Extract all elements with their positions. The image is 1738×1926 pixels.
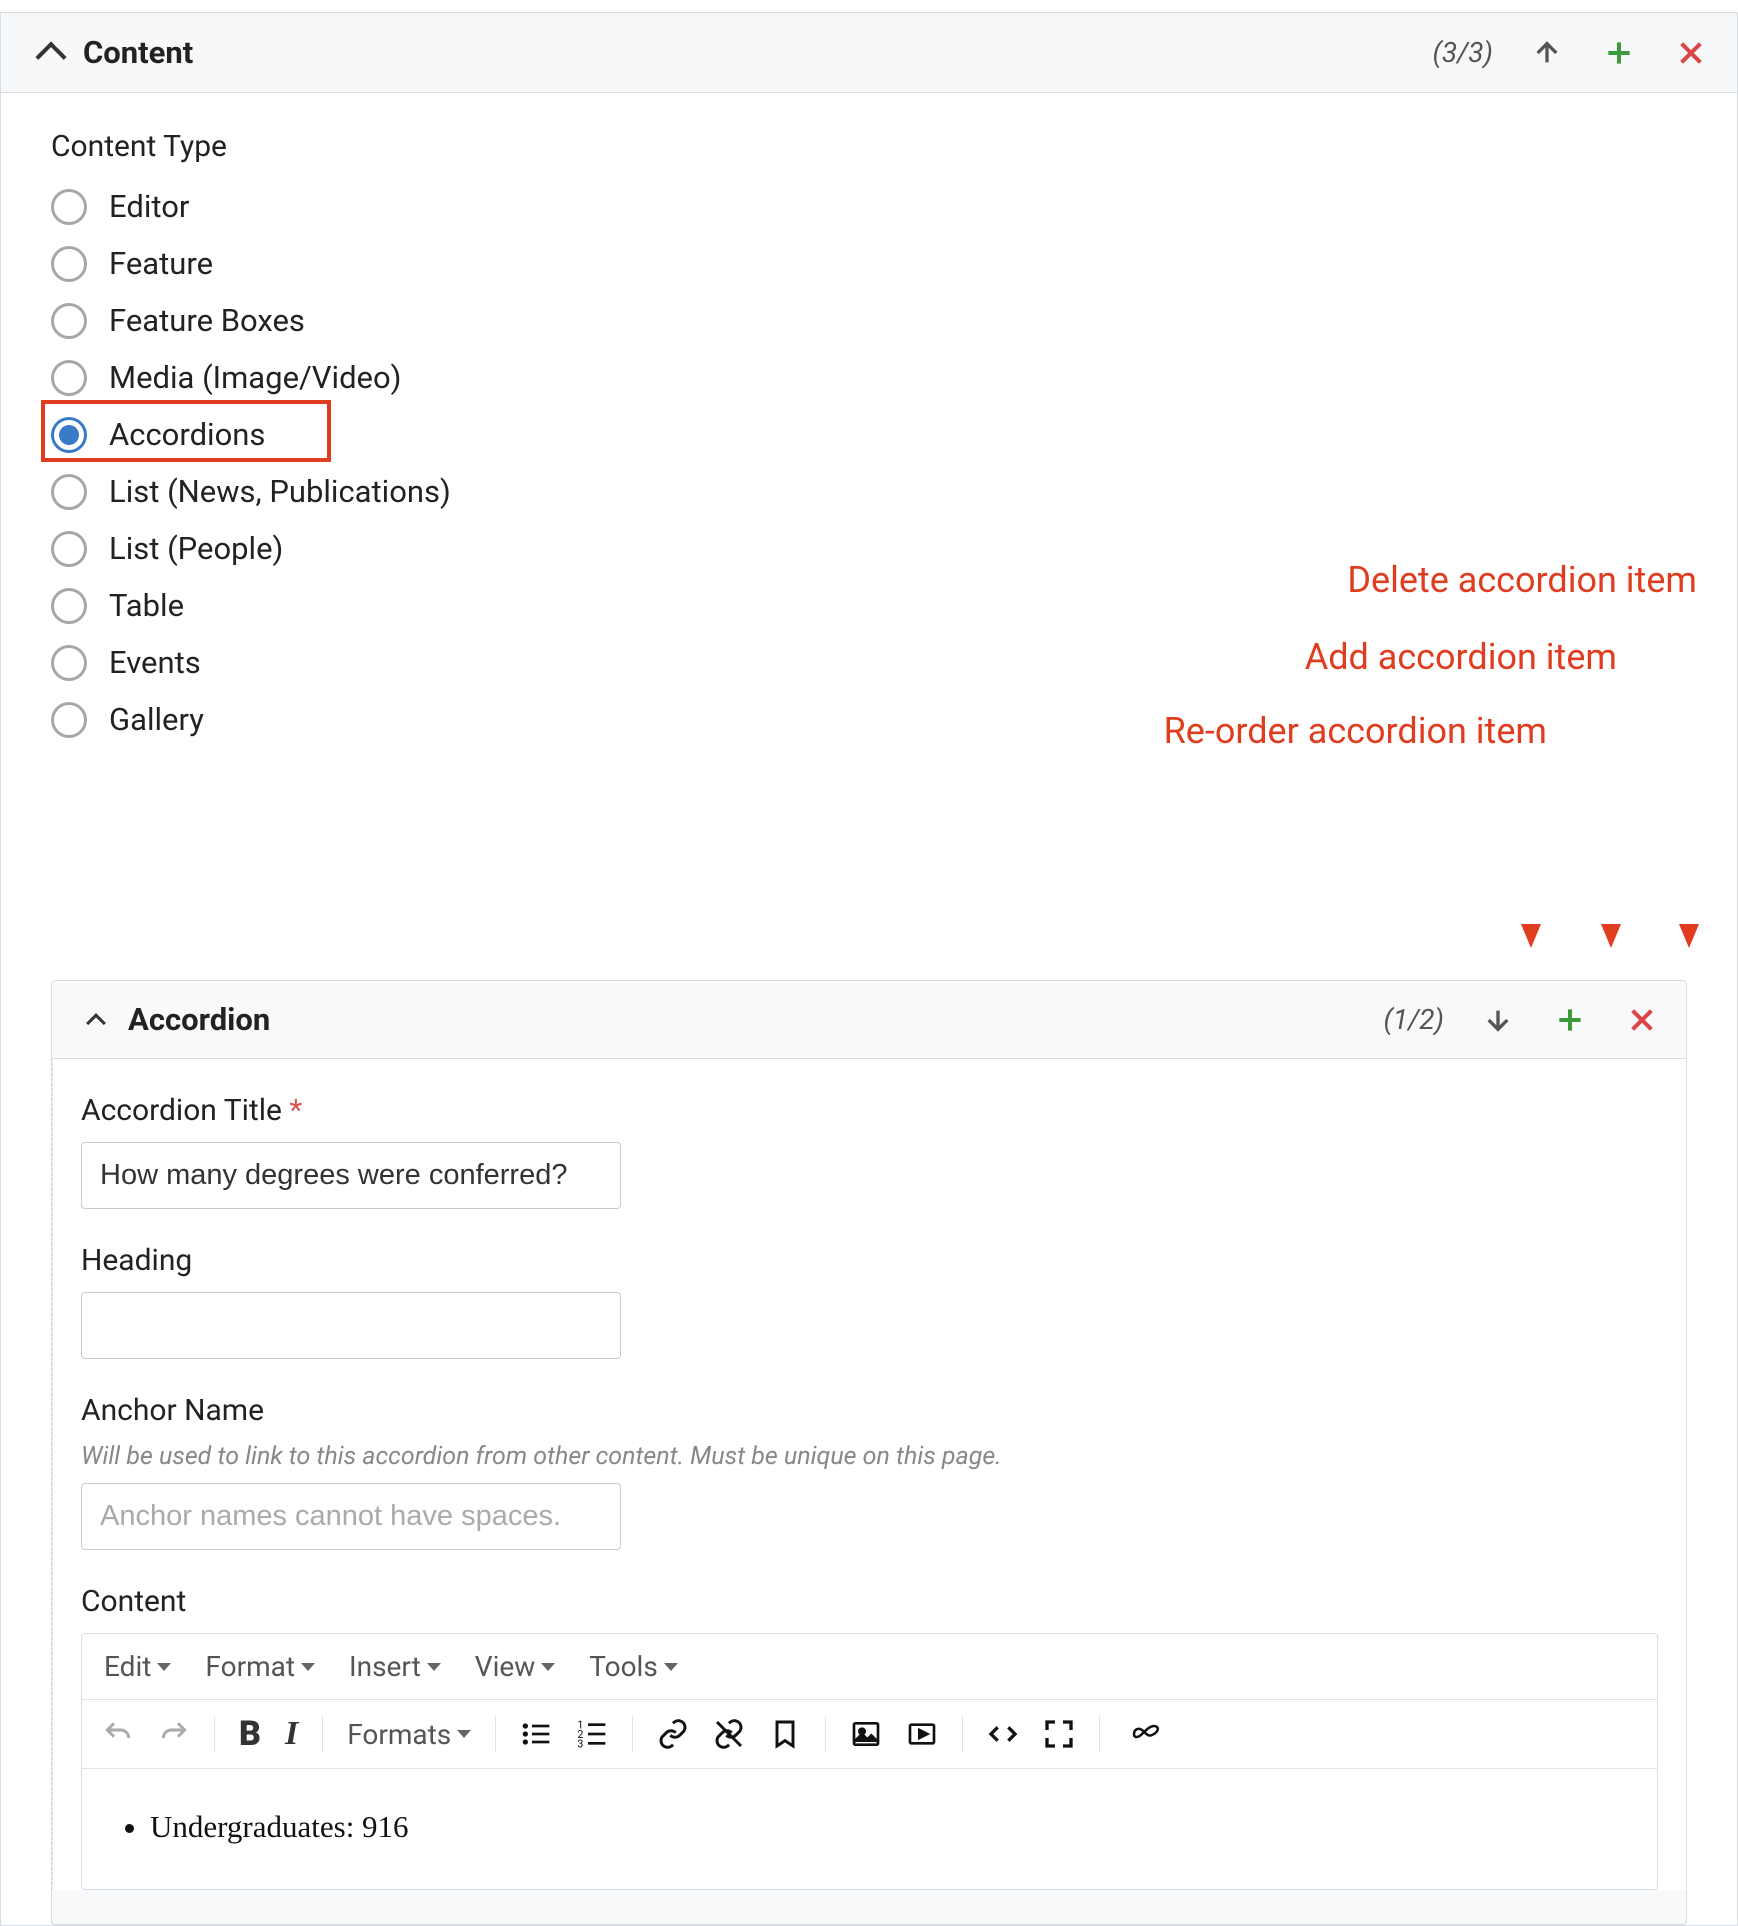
radio-option[interactable]: Media (Image/Video) (51, 349, 1687, 406)
chevron-down-icon (664, 1663, 678, 1671)
annotation-add: Add accordion item (1305, 636, 1617, 678)
content-field-label: Content (81, 1584, 1658, 1619)
content-panel-header: Content (3/3) (1, 13, 1737, 93)
bullet-list-button[interactable] (520, 1718, 552, 1750)
accordion-panel-header: Accordion (1/2) (52, 981, 1686, 1058)
anchor-name-input[interactable] (81, 1483, 621, 1550)
undo-button[interactable] (102, 1718, 134, 1750)
radio-icon (51, 303, 87, 339)
anchor-name-help: Will be used to link to this accordion f… (81, 1442, 1658, 1471)
radio-icon (51, 474, 87, 510)
delete-button[interactable] (1624, 1002, 1660, 1038)
link-button[interactable] (657, 1718, 689, 1750)
radio-label: List (People) (109, 530, 283, 567)
radio-icon (51, 702, 87, 738)
editor-menu-format[interactable]: Format (205, 1650, 315, 1683)
editor-menu-tools[interactable]: Tools (589, 1650, 678, 1683)
accordion-title-input[interactable] (81, 1142, 621, 1209)
radio-label: Accordions (109, 416, 265, 453)
rich-text-editor: Edit Format Insert View Tools (81, 1633, 1658, 1890)
add-button[interactable] (1601, 35, 1637, 71)
content-count-badge: (3/3) (1433, 36, 1493, 69)
editor-menu-insert[interactable]: Insert (349, 1650, 441, 1683)
radio-icon (51, 417, 87, 453)
radio-label: Feature (109, 245, 213, 282)
unlink-button[interactable] (713, 1718, 745, 1750)
content-type-label: Content Type (51, 129, 1687, 164)
italic-button[interactable]: I (285, 1715, 298, 1753)
svg-text:3: 3 (578, 1737, 584, 1750)
source-code-button[interactable] (987, 1718, 1019, 1750)
move-down-button[interactable] (1480, 1002, 1516, 1038)
chevron-down-icon (541, 1663, 555, 1671)
infinity-button[interactable] (1124, 1722, 1164, 1746)
editor-menu-view[interactable]: View (475, 1650, 556, 1683)
radio-label: Gallery (109, 701, 204, 738)
radio-label: Media (Image/Video) (109, 359, 401, 396)
radio-label: Events (109, 644, 201, 681)
heading-input[interactable] (81, 1292, 621, 1359)
radio-icon (51, 531, 87, 567)
radio-option[interactable]: Feature Boxes (51, 292, 1687, 349)
accordion-title-label-text: Accordion Title (81, 1093, 282, 1128)
formats-dropdown[interactable]: Formats (347, 1718, 471, 1751)
accordion-count-badge: (1/2) (1384, 1003, 1444, 1036)
collapse-icon[interactable] (33, 35, 69, 71)
accordion-panel: Accordion (1/2) (51, 980, 1687, 1925)
chevron-down-icon (301, 1663, 315, 1671)
fullscreen-button[interactable] (1043, 1718, 1075, 1750)
radio-label: Feature Boxes (109, 302, 305, 339)
bold-button[interactable]: B (239, 1714, 261, 1754)
content-panel: Content (3/3) Content Type Editor Feature… (0, 12, 1738, 1926)
radio-option[interactable]: Feature (51, 235, 1687, 292)
radio-label: Table (109, 587, 184, 624)
radio-icon (51, 246, 87, 282)
radio-option[interactable]: Accordions (51, 406, 1687, 463)
bookmark-button[interactable] (769, 1718, 801, 1750)
editor-menu-edit[interactable]: Edit (104, 1650, 171, 1683)
radio-option[interactable]: List (News, Publications) (51, 463, 1687, 520)
radio-icon (51, 645, 87, 681)
video-button[interactable] (906, 1718, 938, 1750)
chevron-down-icon (157, 1663, 171, 1671)
radio-icon (51, 360, 87, 396)
collapse-icon[interactable] (78, 1002, 114, 1038)
editor-toolbar: B I Formats (82, 1700, 1657, 1769)
radio-label: Editor (109, 188, 189, 225)
delete-button[interactable] (1673, 35, 1709, 71)
heading-label: Heading (81, 1243, 1658, 1278)
content-panel-title: Content (83, 34, 193, 71)
redo-button[interactable] (158, 1718, 190, 1750)
move-up-button[interactable] (1529, 35, 1565, 71)
radio-icon (51, 588, 87, 624)
radio-icon (51, 189, 87, 225)
anchor-name-label: Anchor Name (81, 1393, 1658, 1428)
numbered-list-button[interactable]: 123 (576, 1718, 608, 1750)
radio-option[interactable]: Editor (51, 178, 1687, 235)
annotation-delete: Delete accordion item (1347, 559, 1697, 601)
annotation-reorder: Re-order accordion item (1164, 710, 1547, 752)
accordion-title-label: Accordion Title * (81, 1093, 1658, 1128)
radio-label: List (News, Publications) (109, 473, 451, 510)
editor-menubar: Edit Format Insert View Tools (82, 1634, 1657, 1700)
chevron-down-icon (427, 1663, 441, 1671)
editor-content-area[interactable]: Undergraduates: 916 (82, 1769, 1657, 1889)
content-list-item: Undergraduates: 916 (150, 1809, 1617, 1845)
required-star: * (289, 1093, 302, 1128)
annotations-overlay: Delete accordion item Add accordion item… (51, 748, 1687, 958)
accordion-panel-title: Accordion (128, 1001, 270, 1038)
image-button[interactable] (850, 1718, 882, 1750)
add-button[interactable] (1552, 1002, 1588, 1038)
